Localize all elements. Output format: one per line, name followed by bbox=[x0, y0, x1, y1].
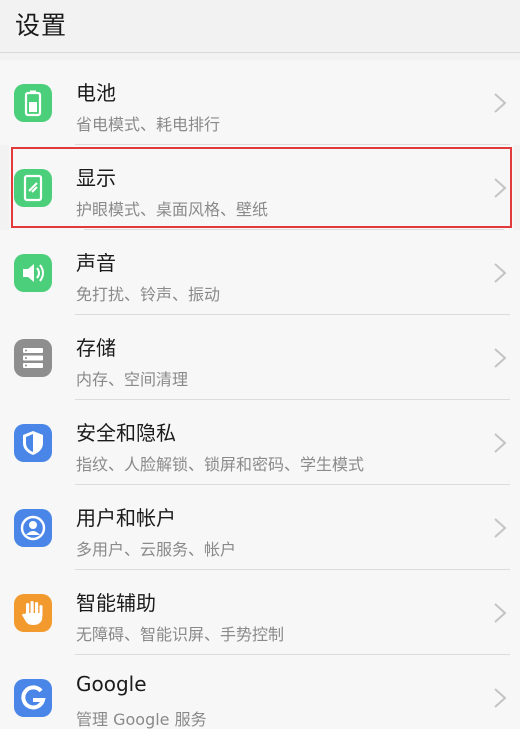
hand-icon bbox=[14, 594, 52, 632]
item-subtitle: 多用户、云服务、帐户 bbox=[76, 540, 237, 559]
item-title: 电池 bbox=[76, 81, 116, 105]
item-subtitle: 无障碍、智能识屏、手势控制 bbox=[76, 625, 285, 644]
chevron-right-icon bbox=[492, 92, 508, 114]
page-title: 设置 bbox=[15, 11, 68, 40]
item-title: 智能辅助 bbox=[76, 591, 156, 615]
settings-item-smart-assist[interactable]: 智能辅助 无障碍、智能识屏、手势控制 bbox=[0, 570, 520, 655]
settings-item-storage[interactable]: 存储 内存、空间清理 bbox=[0, 315, 520, 400]
item-subtitle: 管理 Google 服务 bbox=[76, 710, 207, 729]
item-title: Google bbox=[76, 672, 147, 696]
settings-item-users-accounts[interactable]: 用户和帐户 多用户、云服务、帐户 bbox=[0, 485, 520, 570]
chevron-right-icon bbox=[492, 262, 508, 284]
settings-item-google[interactable]: Google 管理 Google 服务 bbox=[0, 655, 520, 729]
settings-item-security[interactable]: 安全和隐私 指纹、人脸解锁、锁屏和密码、学生模式 bbox=[0, 400, 520, 485]
display-icon bbox=[14, 169, 52, 207]
item-subtitle: 指纹、人脸解锁、锁屏和密码、学生模式 bbox=[76, 455, 365, 474]
storage-icon bbox=[14, 339, 52, 377]
user-icon bbox=[14, 509, 52, 547]
chevron-right-icon bbox=[492, 517, 508, 539]
shield-icon bbox=[14, 424, 52, 462]
chevron-right-icon bbox=[492, 687, 508, 709]
settings-item-sound[interactable]: 声音 免打扰、铃声、振动 bbox=[0, 230, 520, 315]
sound-icon bbox=[14, 254, 52, 292]
chevron-right-icon bbox=[492, 177, 508, 199]
google-icon bbox=[14, 679, 52, 717]
item-title: 声音 bbox=[76, 251, 116, 275]
item-title: 安全和隐私 bbox=[76, 421, 176, 445]
chevron-right-icon bbox=[492, 602, 508, 624]
item-subtitle: 护眼模式、桌面风格、壁纸 bbox=[76, 200, 269, 219]
header: 设置 bbox=[0, 0, 520, 53]
settings-list: 电池 省电模式、耗电排行 显示 护眼模式、桌面风格、壁纸 声音 免打扰、铃声、振… bbox=[0, 60, 520, 729]
item-title: 用户和帐户 bbox=[76, 506, 176, 530]
settings-screen: 设置 电池 省电模式、耗电排行 显示 护眼模式、桌面风格、壁纸 声音 免打扰、铃… bbox=[0, 0, 520, 729]
item-title: 存储 bbox=[76, 336, 116, 360]
chevron-right-icon bbox=[492, 347, 508, 369]
chevron-right-icon bbox=[492, 432, 508, 454]
item-subtitle: 免打扰、铃声、振动 bbox=[76, 285, 221, 304]
battery-icon bbox=[14, 84, 52, 122]
settings-item-display[interactable]: 显示 护眼模式、桌面风格、壁纸 bbox=[9, 145, 514, 230]
settings-item-battery[interactable]: 电池 省电模式、耗电排行 bbox=[0, 60, 520, 145]
item-title: 显示 bbox=[76, 166, 116, 190]
item-subtitle: 内存、空间清理 bbox=[76, 370, 189, 389]
item-subtitle: 省电模式、耗电排行 bbox=[76, 115, 221, 134]
